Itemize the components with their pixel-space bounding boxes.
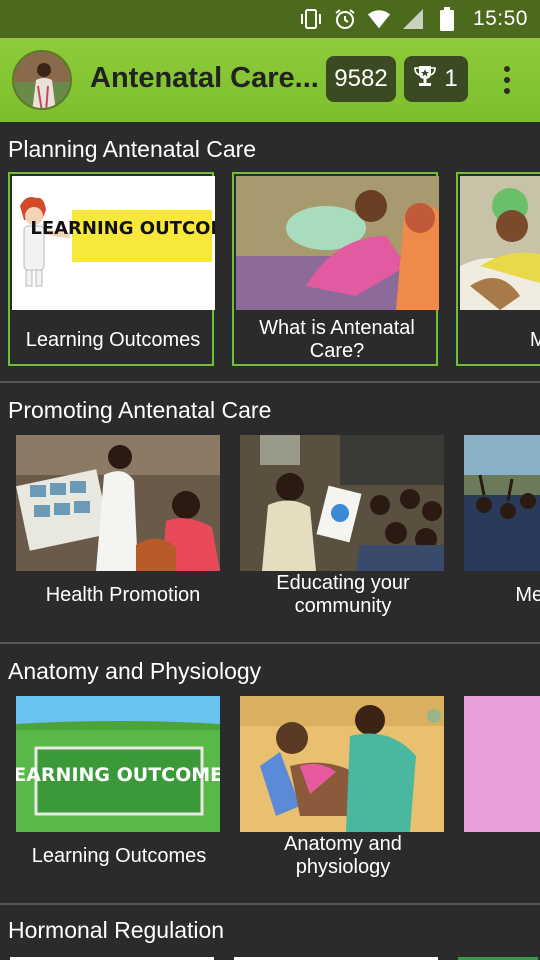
- app-bar: Antenatal Care... 9582 1: [0, 38, 540, 122]
- points-value: 9582: [334, 65, 388, 92]
- section-title: Planning Antenatal Care: [8, 136, 257, 162]
- section-hormonal-regulation: Hormonal Regulation: [0, 905, 540, 960]
- card-thumbnail: [464, 696, 540, 832]
- thumbnail-text: LEARNING OUTCOMES: [30, 218, 215, 239]
- trophy-count: 1: [444, 65, 458, 92]
- overflow-menu-button[interactable]: [494, 60, 520, 100]
- points-badge[interactable]: 9582: [326, 56, 396, 102]
- card-label: Exte g: [464, 828, 540, 884]
- card-thumbnail: [460, 176, 540, 310]
- section-title: Promoting Antenatal Care: [8, 397, 272, 423]
- section-anatomy-and-physiology: Anatomy and Physiology LEARNING OUTCOMES…: [0, 644, 540, 905]
- card-row[interactable]: LEARNING OUTCOMES Learning Outcomes: [0, 690, 540, 886]
- card-thumbnail: [236, 176, 439, 310]
- section-promoting-antenatal-care: Promoting Antenatal Care Health Promotio…: [0, 383, 540, 644]
- card-thumbnail: [240, 696, 444, 832]
- avatar[interactable]: [12, 50, 72, 110]
- card-learning-outcomes[interactable]: LEARNING OUTCOMES Learning Outcomes: [8, 172, 215, 366]
- card-thumbnail: LEARNING OUTCOMES: [12, 176, 215, 310]
- card-external-genitalia[interactable]: Exte g: [458, 690, 540, 884]
- card-maternal[interactable]: Matern: [456, 172, 540, 366]
- card-health-promotion[interactable]: Health Promotion: [10, 429, 220, 623]
- status-clock: 15:50: [472, 7, 528, 30]
- card-thumbnail: [240, 435, 444, 571]
- vibrate-icon: [299, 7, 323, 31]
- app-title: Antenatal Care...: [90, 62, 319, 94]
- card-label: Metho Com: [515, 583, 540, 606]
- signal-icon: [401, 7, 425, 31]
- battery-icon: [435, 7, 459, 31]
- card-label: Matern: [529, 328, 540, 351]
- more-vert-dot: [504, 88, 510, 94]
- section-planning-antenatal-care: Planning Antenatal Care LEARNING OUTCOME…: [0, 122, 540, 383]
- alarm-icon: [333, 7, 357, 31]
- card-learning-outcomes-anatomy[interactable]: LEARNING OUTCOMES Learning Outcomes: [10, 690, 220, 884]
- card-label: Anatomy and physiology: [284, 833, 402, 878]
- card-label: Educating your community: [276, 572, 410, 617]
- trophy-badge[interactable]: 1: [404, 56, 468, 102]
- card-row[interactable]: LEARNING OUTCOMES Learning Outcomes What…: [0, 172, 540, 368]
- card-label: Health Promotion: [45, 583, 201, 606]
- card-row[interactable]: Health Promotion Educating your communit…: [0, 429, 540, 625]
- card-thumbnail: [464, 435, 540, 571]
- wifi-icon: [367, 7, 391, 31]
- card-label: What is Antenatal Care?: [259, 317, 415, 362]
- card-label: Learning Outcomes: [25, 328, 201, 351]
- thumbnail-text: LEARNING OUTCOMES: [16, 764, 220, 786]
- more-vert-icon: [504, 66, 510, 72]
- card-thumbnail: LEARNING OUTCOMES: [16, 696, 220, 832]
- trophy-icon: [414, 64, 437, 95]
- status-bar: 15:50: [0, 0, 540, 38]
- card-educating-your-community[interactable]: Educating your community: [234, 429, 444, 623]
- card-anatomy-and-physiology[interactable]: Anatomy and physiology: [234, 690, 444, 884]
- card-what-is-antenatal-care[interactable]: What is Antenatal Care?: [232, 172, 439, 366]
- section-title: Hormonal Regulation: [8, 917, 225, 943]
- card-thumbnail: [16, 435, 220, 571]
- more-vert-dot: [504, 77, 510, 83]
- section-title: Anatomy and Physiology: [8, 658, 262, 684]
- card-methods-community[interactable]: Metho Com: [458, 429, 540, 623]
- card-label: Learning Outcomes: [31, 844, 207, 867]
